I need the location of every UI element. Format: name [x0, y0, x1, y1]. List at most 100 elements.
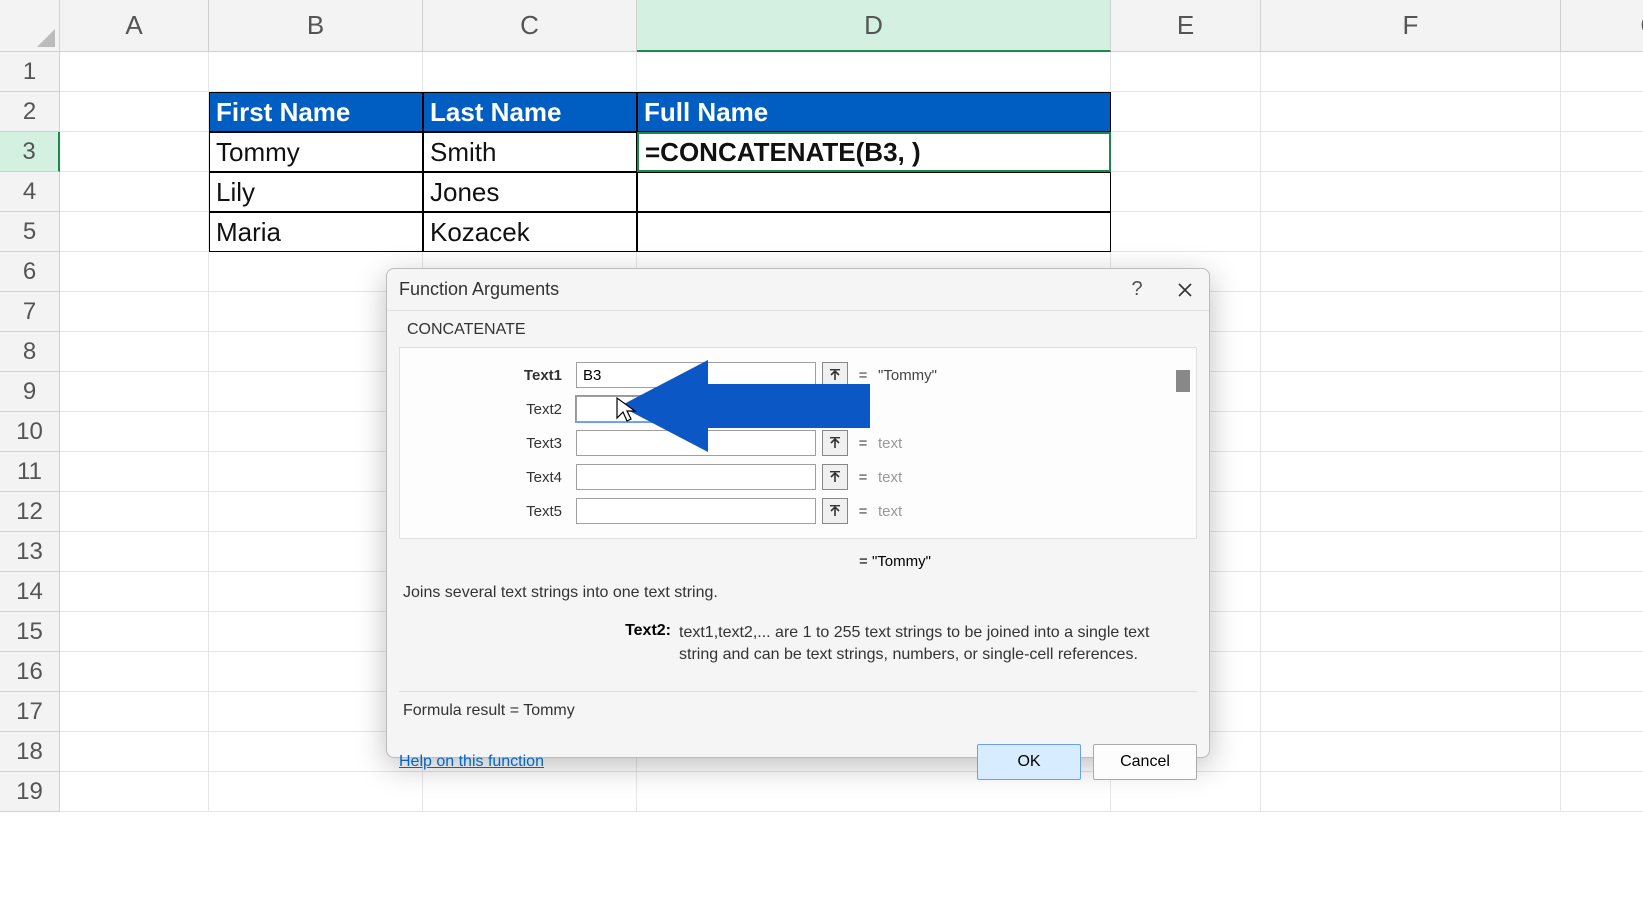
- row-header-18[interactable]: 18: [0, 732, 60, 772]
- argument-input-text1[interactable]: [576, 362, 816, 388]
- cell-C5[interactable]: Kozacek: [423, 212, 637, 252]
- range-selector-icon[interactable]: [822, 430, 848, 456]
- cell-G3[interactable]: [1561, 132, 1643, 172]
- cell-A9[interactable]: [60, 372, 209, 412]
- dialog-titlebar[interactable]: Function Arguments ?: [387, 269, 1209, 311]
- cell-F8[interactable]: [1261, 332, 1561, 372]
- row-header-5[interactable]: 5: [0, 212, 60, 252]
- select-all-corner[interactable]: [0, 0, 60, 52]
- row-header-1[interactable]: 1: [0, 52, 60, 92]
- cell-A16[interactable]: [60, 652, 209, 692]
- row-header-16[interactable]: 16: [0, 652, 60, 692]
- row-header-13[interactable]: 13: [0, 532, 60, 572]
- row-header-2[interactable]: 2: [0, 92, 60, 132]
- cell-G19[interactable]: [1561, 772, 1643, 812]
- cell-A17[interactable]: [60, 692, 209, 732]
- cell-A2[interactable]: [60, 92, 209, 132]
- cell-A13[interactable]: [60, 532, 209, 572]
- row-header-17[interactable]: 17: [0, 692, 60, 732]
- col-header-A[interactable]: A: [60, 0, 209, 52]
- cell-D2[interactable]: Full Name: [637, 92, 1111, 132]
- cell-A12[interactable]: [60, 492, 209, 532]
- argument-input-text3[interactable]: [576, 430, 816, 456]
- cancel-button[interactable]: Cancel: [1093, 744, 1197, 780]
- col-header-D[interactable]: D: [637, 0, 1111, 52]
- cell-F3[interactable]: [1261, 132, 1561, 172]
- cell-E2[interactable]: [1111, 92, 1261, 132]
- cell-D4[interactable]: [637, 172, 1111, 212]
- cell-B2[interactable]: First Name: [209, 92, 423, 132]
- cell-D1[interactable]: [637, 52, 1111, 92]
- cell-G8[interactable]: [1561, 332, 1643, 372]
- row-header-9[interactable]: 9: [0, 372, 60, 412]
- argument-input-text2[interactable]: [576, 396, 816, 422]
- cell-G14[interactable]: [1561, 572, 1643, 612]
- argument-input-text5[interactable]: [576, 498, 816, 524]
- cell-F5[interactable]: [1261, 212, 1561, 252]
- row-header-12[interactable]: 12: [0, 492, 60, 532]
- cell-G1[interactable]: [1561, 52, 1643, 92]
- cell-A4[interactable]: [60, 172, 209, 212]
- cell-F1[interactable]: [1261, 52, 1561, 92]
- range-selector-icon[interactable]: [822, 464, 848, 490]
- cell-F13[interactable]: [1261, 532, 1561, 572]
- cell-G10[interactable]: [1561, 412, 1643, 452]
- row-header-6[interactable]: 6: [0, 252, 60, 292]
- cell-F17[interactable]: [1261, 692, 1561, 732]
- col-header-E[interactable]: E: [1111, 0, 1261, 52]
- cell-G7[interactable]: [1561, 292, 1643, 332]
- row-header-15[interactable]: 15: [0, 612, 60, 652]
- cell-C2[interactable]: Last Name: [423, 92, 637, 132]
- cell-F7[interactable]: [1261, 292, 1561, 332]
- range-selector-icon[interactable]: [822, 498, 848, 524]
- cell-A10[interactable]: [60, 412, 209, 452]
- row-header-4[interactable]: 4: [0, 172, 60, 212]
- cell-A6[interactable]: [60, 252, 209, 292]
- row-header-14[interactable]: 14: [0, 572, 60, 612]
- cell-F10[interactable]: [1261, 412, 1561, 452]
- cell-G4[interactable]: [1561, 172, 1643, 212]
- cell-F19[interactable]: [1261, 772, 1561, 812]
- cell-F11[interactable]: [1261, 452, 1561, 492]
- cell-D5[interactable]: [637, 212, 1111, 252]
- cell-A8[interactable]: [60, 332, 209, 372]
- col-header-F[interactable]: F: [1261, 0, 1561, 52]
- cell-G9[interactable]: [1561, 372, 1643, 412]
- cell-A11[interactable]: [60, 452, 209, 492]
- cell-A1[interactable]: [60, 52, 209, 92]
- cell-G2[interactable]: [1561, 92, 1643, 132]
- cell-G11[interactable]: [1561, 452, 1643, 492]
- cell-A19[interactable]: [60, 772, 209, 812]
- row-header-11[interactable]: 11: [0, 452, 60, 492]
- cell-B4[interactable]: Lily: [209, 172, 423, 212]
- row-header-7[interactable]: 7: [0, 292, 60, 332]
- argument-input-text4[interactable]: [576, 464, 816, 490]
- cell-E4[interactable]: [1111, 172, 1261, 212]
- cell-B1[interactable]: [209, 52, 423, 92]
- cell-G18[interactable]: [1561, 732, 1643, 772]
- cell-F6[interactable]: [1261, 252, 1561, 292]
- cell-G12[interactable]: [1561, 492, 1643, 532]
- cell-F2[interactable]: [1261, 92, 1561, 132]
- cell-A3[interactable]: [60, 132, 209, 172]
- row-header-10[interactable]: 10: [0, 412, 60, 452]
- cell-F12[interactable]: [1261, 492, 1561, 532]
- range-selector-icon[interactable]: [822, 362, 848, 388]
- cell-G6[interactable]: [1561, 252, 1643, 292]
- close-icon[interactable]: [1161, 269, 1209, 311]
- row-header-19[interactable]: 19: [0, 772, 60, 812]
- cell-E5[interactable]: [1111, 212, 1261, 252]
- cell-F15[interactable]: [1261, 612, 1561, 652]
- cell-D3[interactable]: =CONCATENATE(B3, ): [637, 132, 1111, 172]
- col-header-B[interactable]: B: [209, 0, 423, 52]
- cell-A7[interactable]: [60, 292, 209, 332]
- cell-A5[interactable]: [60, 212, 209, 252]
- cell-C1[interactable]: [423, 52, 637, 92]
- cell-G13[interactable]: [1561, 532, 1643, 572]
- cell-E1[interactable]: [1111, 52, 1261, 92]
- cell-A18[interactable]: [60, 732, 209, 772]
- cell-F18[interactable]: [1261, 732, 1561, 772]
- dialog-help-button[interactable]: ?: [1113, 269, 1161, 311]
- cell-F9[interactable]: [1261, 372, 1561, 412]
- cell-G17[interactable]: [1561, 692, 1643, 732]
